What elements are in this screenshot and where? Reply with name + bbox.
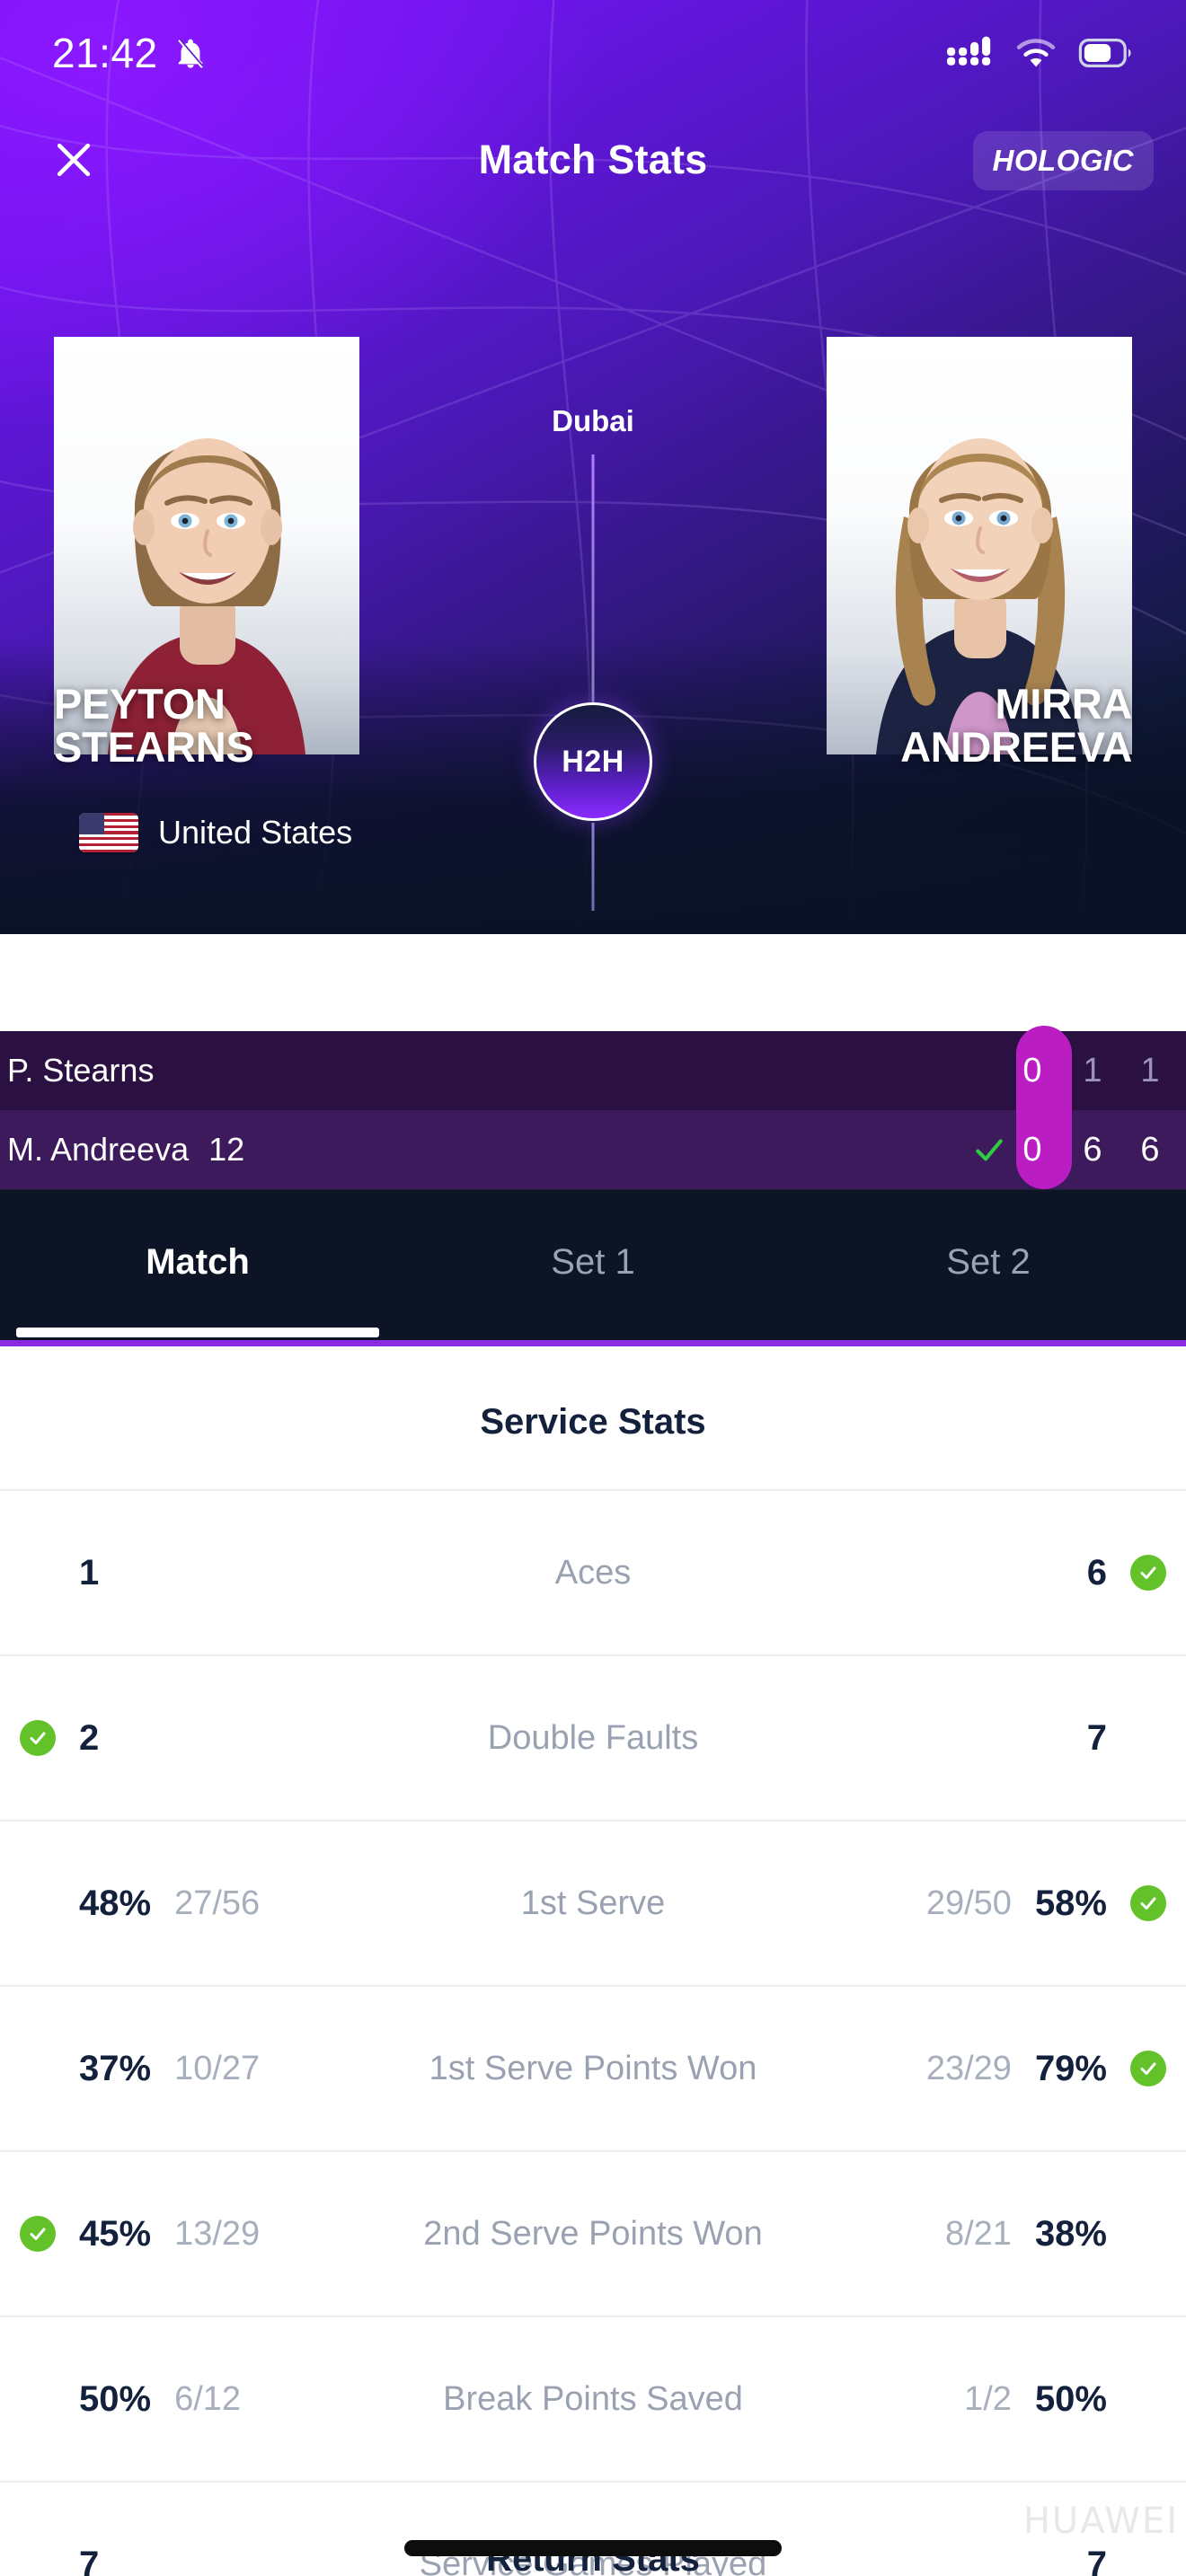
head-to-head-column: Dubai H2H (476, 404, 710, 911)
match-round: Round of 16 (79, 970, 261, 1006)
stat-right-value: 38% (1034, 2213, 1107, 2254)
device-watermark: HUAWEI (1022, 2501, 1179, 2542)
scoreboard-row-player2[interactable]: M. Andreeva 12 0 6 6 (0, 1110, 1186, 1189)
stat-row: 45% 13/29 2nd Serve Points Won 8/21 38% (0, 2150, 1186, 2316)
player-left-name: PEYTON STEARNS (54, 683, 431, 769)
scoreboard-player2-name: M. Andreeva (7, 1131, 190, 1168)
stat-right-sub: 8/21 (944, 2214, 1012, 2253)
sponsor-logo-text: HOLOGIC (992, 144, 1134, 177)
stat-row: 2 Double Faults 7 (0, 1654, 1186, 1820)
stat-right-group: 8/21 38% (945, 2152, 1186, 2316)
scoreboard-player2-scores: 0 6 6 (1005, 1110, 1186, 1189)
bell-muted-icon (177, 38, 204, 68)
stat-right-value: 7 (1086, 1717, 1107, 1758)
stat-row: 37% 10/27 1st Serve Points Won 23/29 79% (0, 1985, 1186, 2150)
battery-icon (1078, 39, 1131, 67)
player-left-first-name: PEYTON (54, 680, 226, 728)
stat-right-group: 6 (1064, 1491, 1186, 1654)
scoreboard-player1-name: P. Stearns (7, 1052, 155, 1089)
scoreboard-player1-set2: 1 (1140, 1051, 1160, 1090)
stat-row: 50% 6/12 Break Points Saved 1/2 50% (0, 2316, 1186, 2481)
stats-tabs-row: Match Set 1 Set 2 (0, 1190, 1186, 1334)
stat-right-value: 6 (1086, 1552, 1107, 1592)
tab-match[interactable]: Match (0, 1190, 395, 1334)
player-left[interactable]: PEYTON STEARNS United States (54, 337, 359, 852)
stat-right-group: 1/2 50% (964, 2317, 1186, 2481)
tab-set-1[interactable]: Set 1 (395, 1190, 791, 1334)
stat-row: 1 Aces 6 (0, 1489, 1186, 1654)
wifi-icon (1016, 39, 1056, 67)
stats-tabs[interactable]: Match Set 1 Set 2 (0, 1189, 1186, 1346)
status-bar: 21:42 (0, 0, 1186, 106)
home-indicator[interactable] (404, 2540, 782, 2556)
stat-right-group: 7 (1064, 1656, 1186, 1820)
stat-row: 48% 27/56 1st Serve 29/50 58% (0, 1820, 1186, 1985)
match-court: Center Court (277, 970, 457, 1006)
stat-right-badge-icon (1130, 2051, 1166, 2086)
status-bar-clock: 21:42 (52, 30, 158, 76)
player-right-name: MIRRA ANDREEVA (755, 683, 1132, 769)
h2h-line-bottom (591, 823, 595, 911)
tab-active-indicator (16, 1328, 379, 1337)
scoreboard-player1-set1: 1 (1083, 1051, 1102, 1090)
status-bar-left: 21:42 (52, 29, 208, 77)
stat-label: Aces (554, 1553, 632, 1592)
scoreboard-player2-set2: 6 (1140, 1130, 1160, 1169)
h2h-label: H2H (562, 744, 624, 779)
match-info-left: Round of 16 Center Court (79, 971, 457, 1007)
serving-check-icon (976, 1139, 1003, 1161)
sponsor-logo[interactable]: HOLOGIC (972, 131, 1154, 190)
tab-set-2[interactable]: Set 2 (791, 1190, 1186, 1334)
stat-right-value: 58% (1034, 1883, 1107, 1923)
stat-right-group: 29/50 58% (926, 1822, 1186, 1985)
scoreboard-player1-game: 0 (1022, 1051, 1042, 1090)
match-duration: 01:13:31 (984, 970, 1107, 1006)
stat-right-sub: 1/2 (964, 2379, 1012, 2418)
venue-label: Dubai (552, 404, 634, 437)
page-header: Match Stats HOLOGIC (0, 106, 1186, 214)
stat-right-value: 79% (1034, 2048, 1107, 2088)
stat-label: Double Faults (487, 1718, 699, 1757)
scoreboard-row-player1[interactable]: P. Stearns 0 1 1 (0, 1031, 1186, 1110)
scoreboard-player2-game: 0 (1022, 1130, 1042, 1169)
stat-right-sub: 23/29 (925, 2049, 1012, 2087)
scoreboard[interactable]: P. Stearns 0 1 1 M. Andreeva 12 0 6 6 (0, 1026, 1186, 1189)
player-left-country-label: United States (158, 814, 353, 851)
h2h-button[interactable]: H2H (534, 702, 652, 821)
stat-right-sub: 29/50 (925, 1883, 1012, 1922)
stat-right-value: 50% (1034, 2378, 1107, 2419)
player-left-country: United States (79, 813, 352, 852)
match-info-bar: Round of 16 Center Court 01:13:31 (0, 950, 1186, 1027)
stat-right-badge-icon (1130, 1885, 1166, 1921)
signal-icon (947, 36, 991, 66)
stat-right-group: 23/29 79% (926, 1987, 1186, 2150)
player-right-first-name: MIRRA (995, 680, 1132, 728)
player-right[interactable]: MIRRA ANDREEVA (827, 337, 1132, 768)
tab-divider (0, 1340, 1186, 1346)
stats-panel: Service Stats 1 Aces 6 2 Double Faults 7… (0, 1346, 1186, 2576)
scoreboard-player2-seed: 12 (208, 1131, 245, 1168)
stats-section-title: Service Stats (480, 1402, 706, 1442)
scoreboard-player2-set1: 6 (1083, 1130, 1102, 1169)
stat-right-badge-icon (1130, 1555, 1166, 1591)
player-right-last-name: ANDREEVA (900, 722, 1132, 771)
us-flag-icon (79, 813, 138, 852)
match-stats-screen: 21:42 Match Stats HOLOGIC PEYTON STEARNS… (0, 0, 1186, 2576)
status-bar-right (947, 35, 1134, 71)
player-left-last-name: STEARNS (54, 722, 254, 771)
scoreboard-player1-scores: 0 1 1 (1005, 1031, 1186, 1110)
